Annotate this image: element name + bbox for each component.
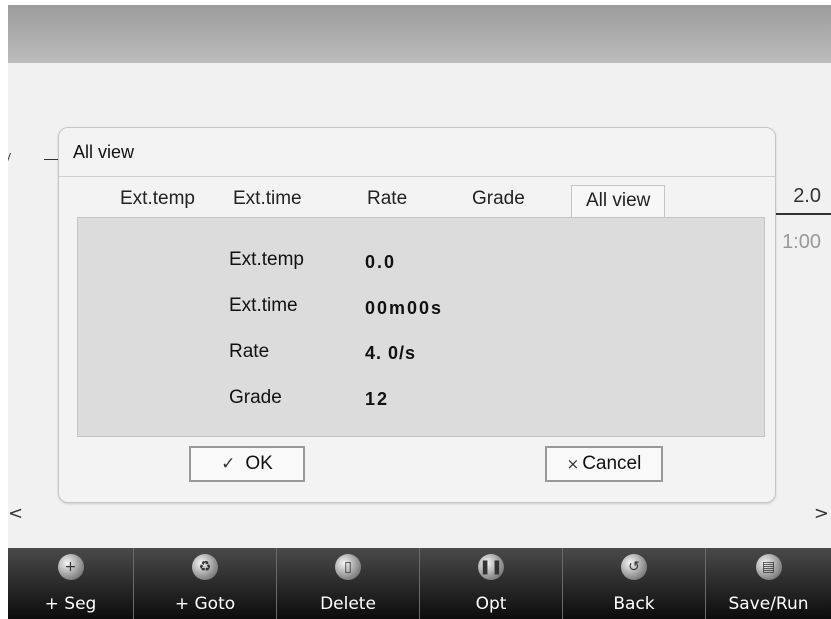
ok-button[interactable]: ✓ OK — [189, 446, 305, 482]
tab-grade[interactable]: Grade — [472, 188, 525, 210]
row-value-grade: 12 — [365, 389, 390, 409]
dialog-title: All view — [73, 142, 135, 162]
close-icon: × — [566, 455, 580, 473]
row-label-grade: Grade — [229, 387, 282, 408]
toolbar-add-segment-button[interactable]: + + Seg — [8, 548, 134, 619]
all-view-dialog: All view Ext.temp Ext.time Rate Grade Al… — [58, 127, 776, 503]
device-screen: 2.0 1:00 < > All view Ext.temp Ext.time … — [8, 5, 831, 619]
background-value-top: 2.0 — [793, 185, 821, 207]
toolbar-label: Opt — [475, 594, 507, 614]
toolbar-label: Back — [613, 594, 655, 614]
tab-rate[interactable]: Rate — [367, 188, 407, 210]
ok-button-label: OK — [245, 453, 273, 474]
row-label-rate: Rate — [229, 341, 270, 362]
cancel-button[interactable]: × Cancel — [545, 446, 663, 482]
cancel-button-label: Cancel — [582, 453, 642, 474]
previous-arrow-icon[interactable]: < — [8, 503, 23, 524]
save-run-icon: ▤ — [755, 554, 782, 580]
toolbar-add-goto-button[interactable]: ♻ + Goto — [134, 548, 277, 619]
bottom-toolbar: + + Seg ♻ + Goto ▯ Delete ❚❚ Opt ↺ Back … — [8, 548, 831, 619]
tab-all-view[interactable]: All view — [571, 185, 666, 219]
toolbar-opt-button[interactable]: ❚❚ Opt — [420, 548, 563, 619]
toolbar-label: Save/Run — [728, 594, 809, 614]
row-label-ext-time: Ext.time — [229, 295, 298, 316]
top-bar — [8, 5, 831, 63]
toolbar-save-run-button[interactable]: ▤ Save/Run — [706, 548, 831, 619]
tab-ext-temp[interactable]: Ext.temp — [120, 188, 195, 210]
toolbar-label: + Goto — [174, 594, 236, 614]
background-value-underline — [771, 213, 831, 215]
row-label-ext-temp: Ext.temp — [229, 249, 304, 270]
all-view-panel: Ext.temp 0.0 Ext.time 00m00s Rate 4. 0/s… — [77, 217, 765, 437]
toolbar-delete-button[interactable]: ▯ Delete — [277, 548, 420, 619]
check-icon: ✓ — [221, 454, 236, 474]
toolbar-back-button[interactable]: ↺ Back — [563, 548, 706, 619]
toolbar-label: + Seg — [44, 594, 97, 614]
background-diagonal-line — [8, 153, 11, 273]
row-value-ext-time: 00m00s — [365, 298, 444, 318]
trash-icon: ▯ — [335, 554, 361, 580]
next-arrow-icon[interactable]: > — [814, 503, 829, 524]
add-segment-icon: + — [57, 554, 84, 580]
row-value-ext-temp: 0.0 — [365, 252, 397, 272]
background-value-bottom: 1:00 — [782, 231, 821, 253]
row-value-rate: 4. 0/s — [365, 343, 417, 363]
recycle-icon: ♻ — [192, 554, 218, 580]
toolbar-label: Delete — [320, 594, 376, 614]
tab-ext-time[interactable]: Ext.time — [233, 188, 302, 210]
pause-icon: ❚❚ — [478, 554, 504, 580]
back-icon: ↺ — [621, 554, 647, 580]
dialog-title-divider — [59, 176, 775, 177]
